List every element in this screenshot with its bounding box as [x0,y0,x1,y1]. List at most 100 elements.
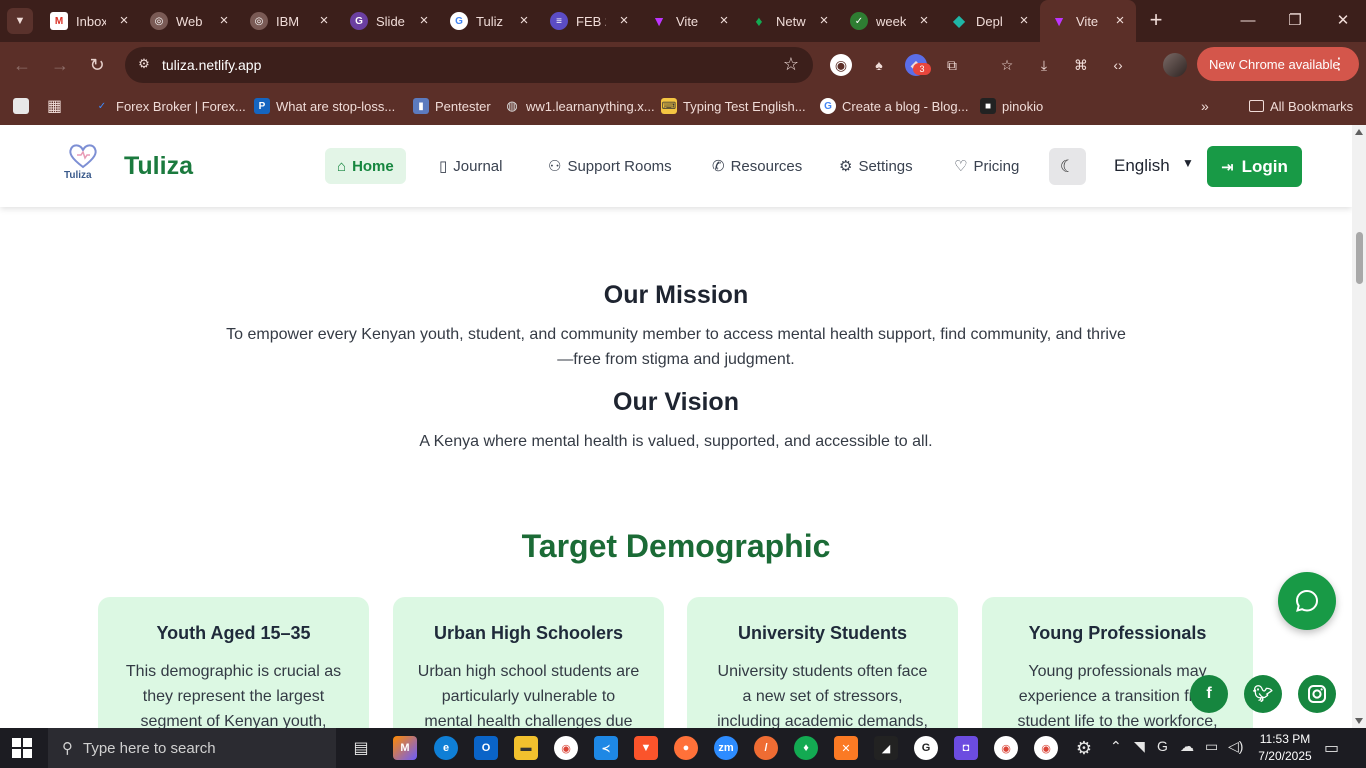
all-bookmarks[interactable]: All Bookmarks [1249,96,1353,116]
chat-button[interactable] [1278,572,1336,630]
network-icon[interactable]: ◥ [1134,738,1145,755]
edge-icon[interactable]: e [434,736,458,760]
language-select[interactable]: English ▼ [1114,156,1194,176]
close-icon[interactable]: × [416,13,432,29]
bookmark-item[interactable]: ■ pinokio [980,96,1043,116]
system-clock[interactable]: 11:53 PM 7/20/2025 [1254,731,1316,765]
nav-support-rooms[interactable]: ⚇ Support Rooms [536,148,684,184]
tab-network[interactable]: ♦ Netw × [740,0,840,42]
nav-journal[interactable]: ▯ Journal [427,148,514,184]
tab-ibm[interactable]: ◎ IBM × [240,0,340,42]
reading-list-icon[interactable]: ☆ [996,54,1018,76]
tab-vite-1[interactable]: ▼ Vite × [640,0,740,42]
sidebar-toggle-icon[interactable] [13,96,29,116]
taskbar-search[interactable]: ⚲ Type here to search [48,728,336,768]
twitter-icon[interactable]: 🐦︎ [1244,675,1282,713]
start-button[interactable] [12,738,32,758]
chrome-icon[interactable]: ◉ [994,736,1018,760]
back-button[interactable]: ← [9,52,35,78]
google-drive-icon[interactable]: G [1157,738,1168,754]
postman-icon[interactable]: / [754,736,778,760]
battery-icon[interactable]: ▭ [1205,738,1218,755]
minimize-button[interactable]: — [1233,8,1263,34]
close-icon[interactable]: × [816,13,832,29]
apps-grid-icon[interactable]: ▦ [47,96,62,116]
more-bookmarks-icon[interactable]: » [1201,96,1209,116]
site-logo[interactable]: Tuliza [62,143,104,187]
close-window-button[interactable]: ✕ [1328,8,1358,34]
onedrive-icon[interactable]: ☁ [1180,738,1194,755]
bookmark-item[interactable]: ⌨ Typing Test English... [661,96,806,116]
chrome-icon[interactable]: ◉ [554,736,578,760]
app-icon[interactable]: ◘ [954,736,978,760]
close-icon[interactable]: × [316,13,332,29]
close-icon[interactable]: × [516,13,532,29]
close-icon[interactable]: × [916,13,932,29]
tab-web[interactable]: ◎ Web × [140,0,240,42]
outlook-icon[interactable]: O [474,736,498,760]
tab-feb[interactable]: ≡ FEB 2 × [540,0,640,42]
firefox-icon[interactable]: ● [674,736,698,760]
brand-name[interactable]: Tuliza [124,152,193,181]
nav-pricing[interactable]: ♡ Pricing [942,148,1031,184]
cursor-icon[interactable]: ◢ [874,736,898,760]
facebook-icon[interactable]: f [1190,675,1228,713]
extension-icon[interactable]: ◉ [830,54,852,76]
mongodb-icon[interactable]: ♦ [794,736,818,760]
bookmark-item[interactable]: ✓ Forex Broker | Forex... [94,96,246,116]
login-button[interactable]: ⇥ Login [1207,146,1302,187]
download-icon[interactable]: ⤓ [1033,54,1055,76]
bookmark-item[interactable]: ▮ Pentester [413,96,491,116]
restore-button[interactable]: ❐ [1280,8,1310,34]
close-icon[interactable]: × [116,13,132,29]
tab-tuliza[interactable]: G Tuliz × [440,0,540,42]
tab-vite-active[interactable]: ▼ Vite × [1040,0,1136,42]
reload-button[interactable]: ↻ [84,52,110,78]
forward-button[interactable]: → [47,52,73,78]
address-bar[interactable]: ⚙ tuliza.netlify.app ☆ [125,47,813,83]
bookmark-item[interactable]: G Create a blog - Blog... [820,96,968,116]
devtools-icon[interactable]: ‹› [1107,54,1129,76]
scroll-up-icon[interactable] [1355,129,1363,135]
brave-icon[interactable]: ▼ [634,736,658,760]
notification-icon[interactable]: ▭ [1324,738,1339,758]
page-scrollbar[interactable] [1352,125,1366,728]
tab-deploy[interactable]: ◆ Depl × [940,0,1040,42]
scrollbar-thumb[interactable] [1356,232,1363,284]
extension-icon[interactable]: ♠ [868,54,890,76]
bookmark-item[interactable]: ◍ ww1.learnanything.x... [504,96,654,116]
vscode-icon[interactable]: ≺ [594,736,618,760]
scroll-down-icon[interactable] [1355,718,1363,724]
extensions-puzzle-icon[interactable]: ⧉ [941,54,963,76]
url-text[interactable]: tuliza.netlify.app [162,57,261,73]
close-icon[interactable]: × [1112,13,1128,29]
tab-week[interactable]: ✓ week × [840,0,940,42]
translate-icon[interactable]: ⌘ [1070,54,1092,76]
close-icon[interactable]: × [716,13,732,29]
menu-kebab-icon[interactable]: ⋮ [1331,54,1347,74]
new-tab-button[interactable]: + [1144,9,1168,33]
instagram-icon[interactable] [1298,675,1336,713]
task-view-icon[interactable]: ▤ [349,736,373,760]
zoom-icon[interactable]: zm [714,736,738,760]
site-info-icon[interactable]: ⚙ [135,56,153,74]
nav-home[interactable]: ⌂ Home [325,148,406,184]
xampp-icon[interactable]: ✕ [834,736,858,760]
file-explorer-icon[interactable]: ▬ [514,736,538,760]
volume-icon[interactable]: ◁) [1228,738,1243,755]
theme-toggle-button[interactable]: ☾ [1049,148,1086,185]
close-icon[interactable]: × [616,13,632,29]
m365-icon[interactable]: M [393,736,417,760]
nav-resources[interactable]: ✆ Resources [700,148,814,184]
tab-inbox[interactable]: M Inbox × [40,0,140,42]
bookmark-star-icon[interactable]: ☆ [783,54,799,75]
bookmark-item[interactable]: P What are stop-loss... [254,96,395,116]
tab-slides[interactable]: G Slide × [340,0,440,42]
chrome-icon[interactable]: ◉ [1034,736,1058,760]
tab-search-button[interactable]: ▼ [7,8,33,34]
profile-avatar[interactable] [1163,53,1187,77]
tray-chevron-icon[interactable]: ⌃ [1110,738,1122,755]
nav-settings[interactable]: ⚙ Settings [827,148,925,184]
update-chrome-button[interactable]: New Chrome available ⋮ [1197,47,1359,81]
close-icon[interactable]: × [1016,13,1032,29]
